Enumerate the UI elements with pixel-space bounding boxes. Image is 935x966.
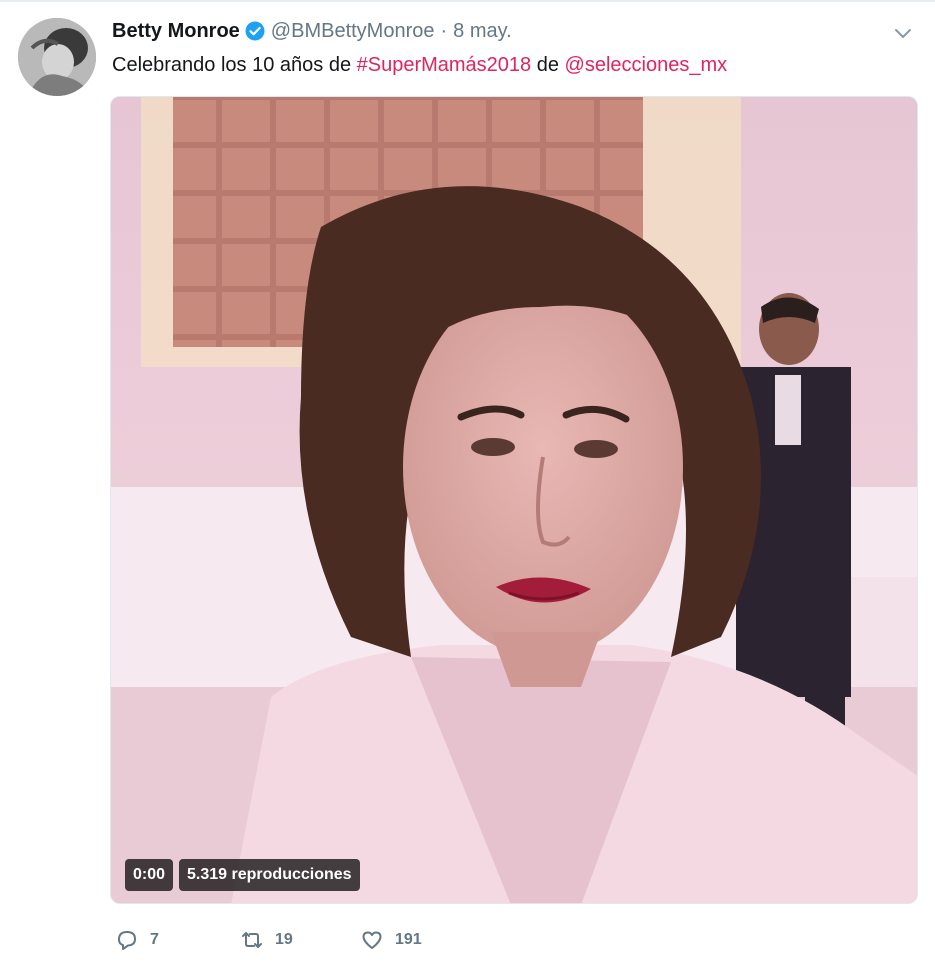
video-timestamp: 0:00 xyxy=(125,859,174,891)
reply-count: 7 xyxy=(150,931,159,948)
header-separator: · xyxy=(440,19,448,42)
video-player[interactable]: 0:00 5.319 reproducciones xyxy=(110,96,918,904)
tweet-text: Celebrando los 10 años de #SuperMamás201… xyxy=(112,54,727,77)
tweet-date[interactable]: 8 may. xyxy=(453,20,512,43)
author-name[interactable]: Betty Monroe xyxy=(112,20,240,43)
video-overlay: 0:00 5.319 reproducciones xyxy=(125,859,360,891)
reply-button[interactable]: 7 xyxy=(114,927,239,953)
top-divider xyxy=(0,0,935,2)
verified-badge-icon xyxy=(245,21,265,41)
tweet-header: Betty Monroe @BMBettyMonroe · 8 may. xyxy=(112,16,512,46)
mention-link[interactable]: @selecciones_mx xyxy=(565,54,728,76)
avatar[interactable] xyxy=(18,18,96,96)
like-count: 191 xyxy=(395,931,422,948)
avatar-image xyxy=(18,18,96,96)
retweet-icon xyxy=(242,932,262,948)
heart-icon xyxy=(362,931,382,949)
like-button[interactable]: 191 xyxy=(359,927,422,953)
tweet-text-middle: de xyxy=(531,54,565,76)
hashtag-link[interactable]: #SuperMamás2018 xyxy=(357,54,532,76)
retweet-count: 19 xyxy=(275,931,293,948)
reply-icon xyxy=(118,931,136,950)
video-frame xyxy=(111,97,917,903)
tweet-text-prefix: Celebrando los 10 años de xyxy=(112,54,357,76)
tweet-actions: 7 19 191 xyxy=(114,925,422,955)
retweet-button[interactable]: 19 xyxy=(239,927,359,953)
author-handle[interactable]: @BMBettyMonroe xyxy=(271,20,435,43)
view-count-badge: 5.319 reproducciones xyxy=(179,859,360,891)
chevron-down-icon[interactable] xyxy=(892,22,914,44)
